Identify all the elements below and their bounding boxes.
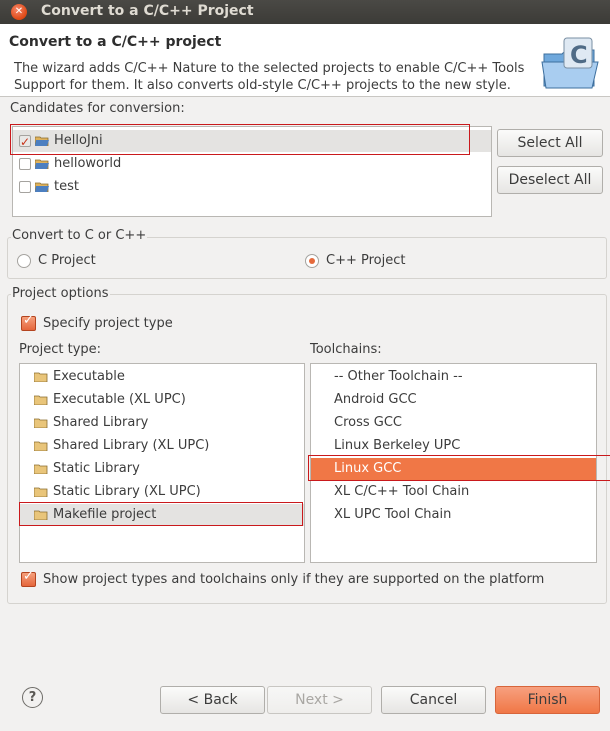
back-button[interactable]: < Back [160, 686, 265, 714]
folder-icon [34, 372, 48, 382]
test-checkbox[interactable] [19, 181, 31, 193]
list-item[interactable]: Shared Library (XL UPC) [20, 435, 304, 457]
toolchain-item[interactable]: -- Other Toolchain -- [311, 366, 610, 388]
toolchain-item[interactable]: Android GCC [311, 389, 610, 411]
close-icon[interactable]: ✕ [11, 4, 27, 20]
project-type-name: Shared Library [53, 415, 149, 430]
toolchain-item[interactable]: XL UPC Tool Chain [311, 504, 610, 526]
helloworld-checkbox[interactable] [19, 158, 31, 170]
help-icon[interactable]: ? [22, 687, 43, 708]
folder-icon [35, 159, 49, 169]
deselect-all-button[interactable]: Deselect All [497, 166, 603, 194]
project-type-name: Static Library [53, 461, 140, 476]
highlight-box [19, 502, 303, 526]
folder-icon [34, 487, 48, 497]
list-item[interactable]: test [13, 176, 491, 198]
project-type-list[interactable]: Executable Executable (XL UPC) Shared Li… [19, 363, 305, 563]
project-type-name: Shared Library (XL UPC) [53, 438, 210, 453]
highlight-box [308, 455, 610, 481]
list-item[interactable]: Shared Library [20, 412, 304, 434]
toolchain-item[interactable]: Linux Berkeley UPC [311, 435, 610, 457]
convert-label: Convert to C or C++ [11, 228, 148, 243]
show-supported-label[interactable]: Show project types and toolchains only i… [43, 572, 544, 587]
finish-button[interactable]: Finish [495, 686, 600, 714]
select-all-button[interactable]: Select All [497, 129, 603, 157]
toolchain-item[interactable]: XL C/C++ Tool Chain [311, 481, 610, 503]
cpp-project-radio[interactable] [305, 254, 319, 268]
next-button[interactable]: Next > [267, 686, 372, 714]
specify-type-checkbox[interactable] [21, 313, 36, 331]
candidates-label: Candidates for conversion: [10, 101, 185, 116]
toolchains-label: Toolchains: [310, 342, 382, 357]
folder-icon [34, 418, 48, 428]
window-title: Convert to a C/C++ Project [41, 3, 254, 19]
folder-icon [34, 464, 48, 474]
project-options-label: Project options [11, 286, 110, 301]
highlight-box [10, 124, 470, 155]
title-bar: ✕ Convert to a C/C++ Project [0, 0, 610, 24]
c-folder-wizard-icon: C [541, 37, 599, 89]
project-type-name: Static Library (XL UPC) [53, 484, 201, 499]
page-description: The wizard adds C/C++ Nature to the sele… [14, 61, 525, 93]
list-item[interactable]: Executable [20, 366, 304, 388]
svg-text:C: C [570, 41, 588, 69]
project-type-name: Executable (XL UPC) [53, 392, 186, 407]
candidate-name: test [54, 179, 79, 194]
toolchain-item[interactable]: Cross GCC [311, 412, 610, 434]
page-title: Convert to a C/C++ project [9, 34, 222, 50]
c-project-label[interactable]: C Project [38, 253, 96, 268]
project-type-name: Executable [53, 369, 125, 384]
show-supported-checkbox[interactable] [21, 569, 36, 587]
list-item[interactable]: Static Library [20, 458, 304, 480]
c-project-radio[interactable] [17, 254, 31, 268]
cpp-project-label[interactable]: C++ Project [326, 253, 405, 268]
folder-icon [34, 395, 48, 405]
candidate-name: helloworld [54, 156, 122, 171]
specify-type-label[interactable]: Specify project type [43, 316, 173, 331]
list-item[interactable]: helloworld [13, 153, 491, 175]
list-item[interactable]: Executable (XL UPC) [20, 389, 304, 411]
list-item[interactable]: Static Library (XL UPC) [20, 481, 304, 503]
folder-icon [35, 182, 49, 192]
cancel-button[interactable]: Cancel [381, 686, 486, 714]
project-type-label: Project type: [19, 342, 102, 357]
wizard-header: Convert to a C/C++ project The wizard ad… [0, 24, 610, 97]
folder-icon [34, 441, 48, 451]
